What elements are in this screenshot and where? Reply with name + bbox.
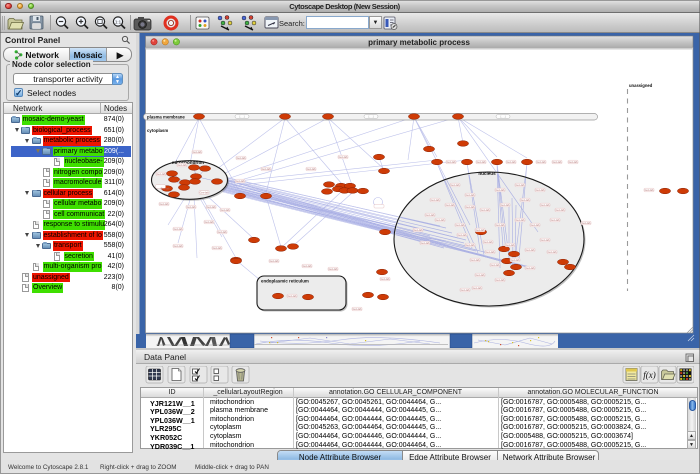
- svg-text:Gen-lab: Gen-lab: [187, 206, 197, 209]
- svg-text:Gen-lab: Gen-lab: [200, 192, 210, 195]
- svg-text:Gen-lab: Gen-lab: [536, 189, 546, 192]
- svg-text:Gen-lab: Gen-lab: [456, 224, 466, 227]
- svg-text:unassigned: unassigned: [629, 83, 653, 88]
- svg-text:Gen-lab: Gen-lab: [466, 206, 476, 209]
- svg-text:Gen-lab: Gen-lab: [466, 194, 476, 197]
- svg-text:Gen-lab: Gen-lab: [262, 168, 272, 171]
- svg-text:[. . .]: [. . .]: [240, 116, 245, 119]
- svg-text:Gen-lab: Gen-lab: [451, 184, 461, 187]
- svg-text:primary metabolic process: primary metabolic process: [368, 38, 470, 47]
- svg-text:Gen-lab: Gen-lab: [213, 247, 223, 250]
- svg-text:Gen-lab: Gen-lab: [526, 249, 536, 252]
- svg-text:Gen-lab: Gen-lab: [471, 259, 481, 262]
- svg-text:Gen-lab: Gen-lab: [237, 157, 247, 160]
- svg-text:Gen-lab: Gen-lab: [421, 242, 431, 245]
- svg-text:Gen-lab: Gen-lab: [339, 156, 349, 159]
- svg-text:Gen-lab: Gen-lab: [303, 265, 313, 268]
- svg-text:Gen-lab: Gen-lab: [511, 259, 521, 262]
- svg-text:Gen-lab: Gen-lab: [541, 204, 551, 207]
- svg-text:Gen-lab: Gen-lab: [582, 222, 592, 225]
- svg-text:Gen-lab: Gen-lab: [476, 274, 486, 277]
- svg-text:Gen-lab: Gen-lab: [484, 241, 494, 244]
- svg-text:endoplasmic reticulum: endoplasmic reticulum: [261, 279, 309, 284]
- svg-text:Gen-lab: Gen-lab: [288, 295, 298, 298]
- svg-text:Gen-lab: Gen-lab: [174, 228, 184, 231]
- svg-text:Gen-lab: Gen-lab: [426, 214, 436, 217]
- svg-text:Gen-lab: Gen-lab: [569, 161, 579, 164]
- svg-text:Gen-lab: Gen-lab: [193, 151, 203, 154]
- svg-text:Gen-lab: Gen-lab: [414, 229, 424, 232]
- svg-text:Gen-lab: Gen-lab: [446, 204, 456, 207]
- svg-text:Gen-lab: Gen-lab: [205, 221, 215, 224]
- svg-text:Gen-lab: Gen-lab: [486, 251, 496, 254]
- svg-text:Gen-lab: Gen-lab: [160, 203, 170, 206]
- svg-text:Gen-lab: Gen-lab: [381, 278, 391, 281]
- svg-text:Gen-lab: Gen-lab: [329, 268, 339, 271]
- svg-text:Gen-lab: Gen-lab: [466, 244, 476, 247]
- svg-text:Gen-lab: Gen-lab: [447, 161, 457, 164]
- svg-text:1:1: 1:1: [115, 19, 122, 24]
- svg-text:Gen-lab: Gen-lab: [436, 219, 446, 222]
- svg-text:Gen-lab: Gen-lab: [157, 173, 167, 176]
- svg-text:Gen-lab: Gen-lab: [458, 234, 468, 237]
- svg-text:Gen-lab: Gen-lab: [556, 209, 566, 212]
- svg-text:Gen-lab: Gen-lab: [481, 209, 491, 212]
- svg-text:Gen-lab: Gen-lab: [207, 206, 217, 209]
- svg-text:Gen-lab: Gen-lab: [477, 161, 487, 164]
- svg-text:Gen-lab: Gen-lab: [506, 244, 516, 247]
- svg-text:Gen-lab: Gen-lab: [496, 279, 506, 282]
- svg-text:Gen-lab: Gen-lab: [476, 229, 486, 232]
- svg-text:Gen-lab: Gen-lab: [496, 189, 506, 192]
- svg-text:Gen-lab: Gen-lab: [645, 189, 655, 192]
- svg-text:[. . .]: [. . .]: [501, 116, 506, 119]
- svg-text:plasma membrane: plasma membrane: [147, 115, 185, 120]
- svg-text:Gen-lab: Gen-lab: [236, 180, 246, 183]
- svg-text:Gen-lab: Gen-lab: [353, 308, 363, 311]
- svg-text:cytoplasm: cytoplasm: [147, 128, 168, 133]
- svg-text:Gen-lab: Gen-lab: [461, 289, 471, 292]
- svg-text:Gen-lab: Gen-lab: [431, 199, 441, 202]
- svg-text:Gen-lab: Gen-lab: [516, 219, 526, 222]
- svg-text:Gen-lab: Gen-lab: [526, 267, 536, 270]
- svg-text:Gen-lab: Gen-lab: [491, 264, 501, 267]
- svg-text:Gen-lab: Gen-lab: [548, 251, 558, 254]
- svg-text:Gen-lab: Gen-lab: [161, 188, 171, 191]
- svg-text:Gen-lab: Gen-lab: [531, 224, 541, 227]
- svg-text:Gen-lab: Gen-lab: [507, 161, 517, 164]
- svg-text:Gen-lab: Gen-lab: [221, 209, 231, 212]
- svg-text:Gen-lab: Gen-lab: [516, 184, 526, 187]
- svg-text:Gen-lab: Gen-lab: [541, 239, 551, 242]
- svg-text:Gen-lab: Gen-lab: [178, 164, 188, 167]
- svg-text:Gen-lab: Gen-lab: [521, 199, 531, 202]
- svg-text:nucleus: nucleus: [478, 171, 496, 176]
- svg-text:Gen-lab: Gen-lab: [307, 168, 317, 171]
- svg-text:Gen-lab: Gen-lab: [501, 204, 511, 207]
- svg-text:Gen-lab: Gen-lab: [174, 245, 184, 248]
- svg-text:Gen-lab: Gen-lab: [218, 231, 228, 234]
- svg-text:Gen-lab: Gen-lab: [270, 260, 280, 263]
- svg-text:Gen-lab: Gen-lab: [553, 161, 563, 164]
- svg-text:f(x): f(x): [643, 370, 656, 380]
- svg-text:Gen-lab: Gen-lab: [537, 161, 547, 164]
- svg-text:[. . .]: [. . .]: [369, 116, 374, 119]
- svg-text:Gen-lab: Gen-lab: [473, 287, 483, 290]
- svg-text:Gen-lab: Gen-lab: [496, 224, 506, 227]
- svg-text:Gen-lab: Gen-lab: [551, 219, 561, 222]
